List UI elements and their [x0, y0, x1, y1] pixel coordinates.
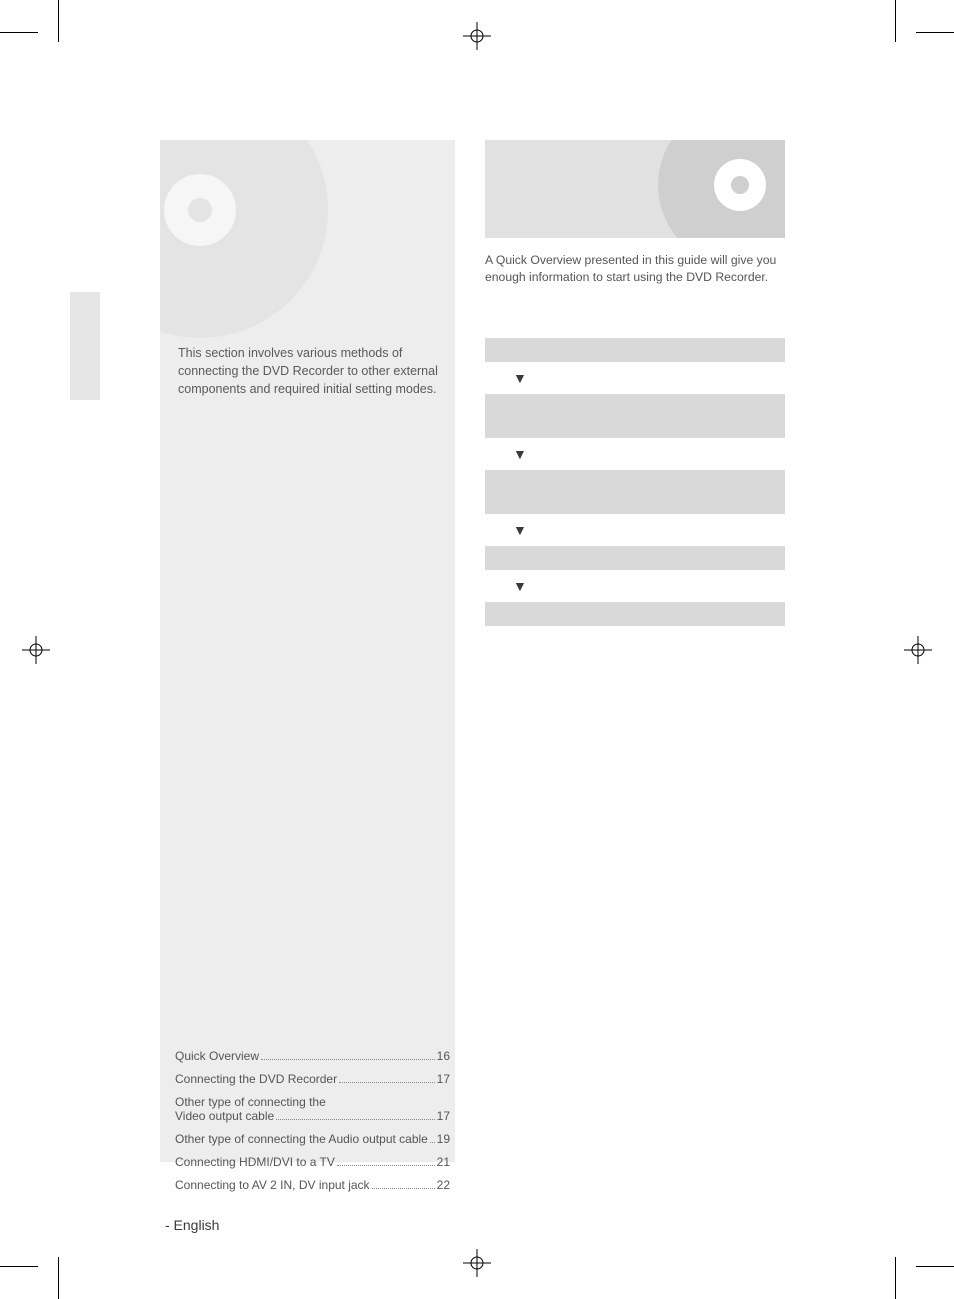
crop-mark — [895, 0, 896, 42]
toc-entry: Other type of connecting the Audio outpu… — [175, 1132, 450, 1146]
toc-label: Other type of connecting the — [175, 1095, 450, 1109]
toc-page-number: 17 — [437, 1072, 450, 1086]
toc-entry: Quick Overview 16 — [175, 1049, 450, 1063]
section-intro-text: This section involves various methods of… — [178, 344, 441, 398]
toc-leader — [339, 1081, 435, 1083]
section-side-tab — [70, 292, 100, 400]
toc-page-number: 22 — [437, 1178, 450, 1192]
toc-page-number: 17 — [437, 1109, 450, 1123]
step-bar — [485, 338, 785, 362]
toc-label: Connecting to AV 2 IN, DV input jack — [175, 1178, 370, 1192]
crop-mark — [0, 1266, 38, 1267]
crop-mark — [916, 1266, 954, 1267]
down-arrow-icon: ▼ — [485, 362, 785, 394]
step-bar — [485, 546, 785, 570]
toc-label: Other type of connecting the Audio outpu… — [175, 1132, 428, 1146]
step-bar — [485, 394, 785, 438]
toc-entry: Other type of connecting the Video outpu… — [175, 1095, 450, 1123]
crop-mark — [0, 32, 38, 33]
registration-mark-icon — [22, 636, 50, 664]
crop-mark — [58, 0, 59, 42]
toc-entry: Connecting the DVD Recorder 17 — [175, 1072, 450, 1086]
registration-mark-icon — [463, 1249, 491, 1277]
registration-mark-icon — [463, 22, 491, 50]
quick-overview-intro: A Quick Overview presented in this guide… — [485, 252, 785, 286]
toc-label: Connecting the DVD Recorder — [175, 1072, 337, 1086]
toc-page-number: 16 — [437, 1049, 450, 1063]
step-bar — [485, 470, 785, 514]
step-bar — [485, 602, 785, 626]
steps-flow: ▼ ▼ ▼ ▼ — [485, 338, 785, 626]
toc-entry: Connecting HDMI/DVI to a TV 21 — [175, 1155, 450, 1169]
toc-leader — [337, 1164, 435, 1166]
down-arrow-icon: ▼ — [485, 570, 785, 602]
page-footer-language: - English — [165, 1217, 219, 1233]
disc-graphic-icon — [160, 140, 330, 340]
toc-leader — [430, 1141, 435, 1143]
crop-mark — [58, 1257, 59, 1299]
toc-page-number: 21 — [437, 1155, 450, 1169]
left-intro-panel: This section involves various methods of… — [160, 140, 455, 1162]
toc-label: Connecting HDMI/DVI to a TV — [175, 1155, 335, 1169]
toc-leader — [372, 1187, 435, 1189]
table-of-contents: Quick Overview 16 Connecting the DVD Rec… — [175, 1049, 450, 1201]
toc-label: Video output cable — [175, 1109, 274, 1123]
down-arrow-icon: ▼ — [485, 514, 785, 546]
disc-graphic-icon — [655, 140, 785, 238]
down-arrow-icon: ▼ — [485, 438, 785, 470]
toc-leader — [276, 1118, 434, 1120]
toc-leader — [261, 1058, 435, 1060]
registration-mark-icon — [904, 636, 932, 664]
crop-mark — [916, 32, 954, 33]
crop-mark — [895, 1257, 896, 1299]
right-header-banner — [485, 140, 785, 238]
right-column: A Quick Overview presented in this guide… — [485, 140, 785, 626]
toc-label: Quick Overview — [175, 1049, 259, 1063]
page-body: This section involves various methods of… — [70, 60, 884, 1239]
toc-entry: Connecting to AV 2 IN, DV input jack 22 — [175, 1178, 450, 1192]
toc-page-number: 19 — [437, 1132, 450, 1146]
